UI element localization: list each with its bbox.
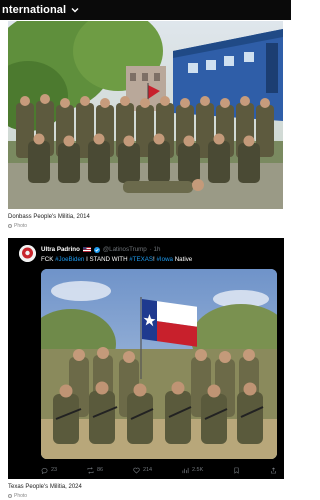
avatar-image <box>19 245 36 262</box>
heart-icon <box>133 467 140 474</box>
photo-icon <box>8 224 12 228</box>
donbass-militia-photo[interactable] <box>8 21 283 209</box>
like-button[interactable]: 214 <box>133 467 152 474</box>
tweet-text: FCK #JoeBiden I STAND WITH #TEXAS! #Iowa… <box>41 256 192 263</box>
repost-button[interactable]: 86 <box>87 466 104 474</box>
hashtag-iowa[interactable]: #Iowa <box>156 256 173 263</box>
photo-caption: Donbass People's Militia, 2014 <box>8 214 90 220</box>
tweet-text-part: I STAND WITH <box>84 256 130 263</box>
display-name[interactable]: Ultra Padrino <box>41 246 80 253</box>
tweet-time[interactable]: · 1h <box>150 246 161 253</box>
texas-group-photo-illustration <box>41 269 277 459</box>
views-chart-icon <box>182 467 189 473</box>
media-type-label: Photo <box>8 493 27 499</box>
top-bar: nternational <box>0 0 291 20</box>
verified-badge-icon <box>93 246 100 253</box>
share-button[interactable] <box>270 466 277 474</box>
views-button[interactable]: 2.5K <box>182 467 203 474</box>
reply-icon <box>41 467 48 474</box>
chevron-down-icon[interactable] <box>70 5 80 15</box>
tweet-actions: 23 86 214 2.5K <box>41 465 277 475</box>
tweet-media-photo[interactable] <box>41 269 277 459</box>
like-count: 214 <box>142 467 153 473</box>
avatar[interactable] <box>19 245 36 262</box>
bookmark-button[interactable] <box>233 467 240 474</box>
reply-count: 23 <box>51 467 58 473</box>
repost-icon <box>87 466 94 474</box>
us-flag-icon <box>82 247 91 252</box>
tweet-text-part: FCK <box>41 256 56 263</box>
tweet-header: Ultra Padrino @LatinosTrump · 1h <box>41 246 160 253</box>
view-count: 2.5K <box>191 467 204 473</box>
photo-icon <box>8 494 12 498</box>
repost-count: 86 <box>96 467 104 473</box>
user-handle[interactable]: @LatinosTrump <box>103 246 147 253</box>
media-type-text: Photo <box>14 223 28 229</box>
hashtag-joebiden[interactable]: #JoeBiden <box>55 256 84 263</box>
tweet-text-part: Native <box>172 256 193 263</box>
section-title[interactable]: nternational <box>2 4 66 16</box>
embedded-tweet[interactable]: Ultra Padrino @LatinosTrump · 1h FCK #Jo… <box>8 238 284 479</box>
media-type-label: Photo <box>8 223 27 229</box>
group-photo-illustration <box>8 21 283 209</box>
reply-button[interactable]: 23 <box>41 467 57 474</box>
bookmark-icon <box>234 467 239 474</box>
photo-caption: Texas People's Militia, 2024 <box>8 484 82 490</box>
media-type-text: Photo <box>14 493 28 499</box>
share-icon <box>270 466 276 473</box>
hashtag-texas[interactable]: #TEXAS <box>129 256 153 263</box>
